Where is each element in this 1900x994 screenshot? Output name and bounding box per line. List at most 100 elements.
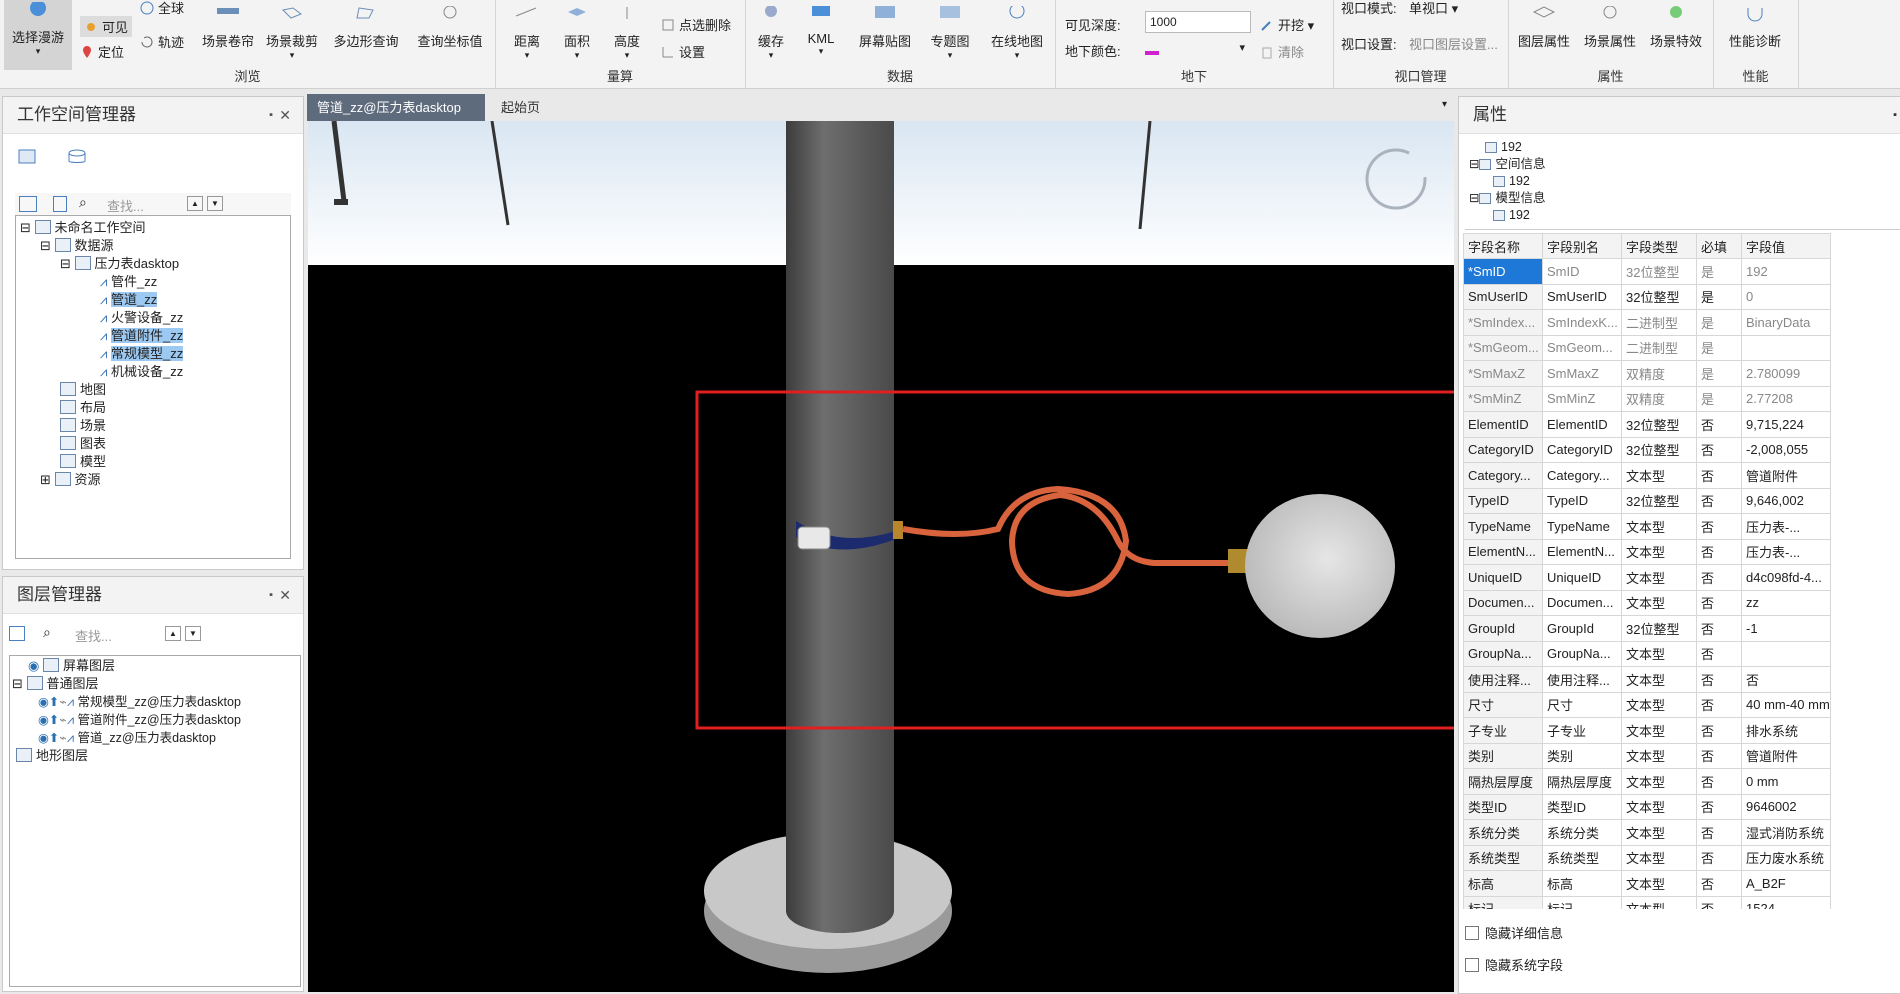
scene-clip-button[interactable]: 场景裁剪 ▾ bbox=[262, 6, 322, 61]
arrow-up-icon[interactable]: ▲ bbox=[187, 196, 203, 211]
table-cell[interactable]: 否 bbox=[1696, 768, 1742, 795]
table-cell[interactable]: SmGeom... bbox=[1542, 334, 1622, 361]
table-cell[interactable]: 32位整型 bbox=[1621, 615, 1697, 642]
table-cell[interactable]: 文本型 bbox=[1621, 793, 1697, 820]
table-cell[interactable]: GroupId bbox=[1463, 615, 1543, 642]
online-map-button[interactable]: 在线地图 ▾ bbox=[987, 6, 1047, 61]
screen-image-button[interactable]: 屏幕贴图 bbox=[855, 6, 915, 50]
table-row[interactable]: GroupId GroupId 32位整型否 -1 bbox=[1463, 615, 1831, 642]
edit-icon[interactable]: ⌁ bbox=[59, 695, 67, 709]
search-icon[interactable]: ⌕ bbox=[43, 624, 51, 641]
table-cell[interactable]: 文本型 bbox=[1621, 895, 1697, 909]
table-cell[interactable]: 否 bbox=[1696, 691, 1742, 718]
table-cell[interactable]: 文本型 bbox=[1621, 691, 1697, 718]
table-cell[interactable]: 文本型 bbox=[1621, 538, 1697, 565]
table-cell[interactable]: 是 bbox=[1696, 334, 1742, 361]
table-cell[interactable]: 标高 bbox=[1542, 870, 1622, 897]
table-row[interactable]: *SmGeom... SmGeom... 二进制型是 bbox=[1463, 334, 1831, 361]
table-row[interactable]: TypeID TypeID 32位整型否 9,646,002 bbox=[1463, 487, 1831, 514]
tab-scene-pipe[interactable]: 管道_zz@压力表dasktop ✕ bbox=[307, 94, 485, 142]
scene-props-button[interactable]: 场景属性 bbox=[1580, 6, 1640, 50]
table-cell[interactable]: SmUserID bbox=[1542, 283, 1622, 310]
table-cell[interactable]: TypeName bbox=[1463, 513, 1543, 540]
column-header[interactable]: 字段类型 bbox=[1621, 233, 1697, 259]
table-cell[interactable]: UniqueID bbox=[1463, 564, 1543, 591]
table-cell[interactable]: 否 bbox=[1696, 895, 1742, 909]
layer-item-screen[interactable]: ◉ 屏幕图层 bbox=[28, 657, 115, 675]
table-row[interactable]: CategoryID CategoryID 32位整型否 -2,008,055 bbox=[1463, 436, 1831, 463]
table-cell[interactable]: 是 bbox=[1696, 360, 1742, 387]
table-cell[interactable]: 文本型 bbox=[1621, 666, 1697, 693]
tree-item-dataset-generic-model[interactable]: ⩘ 常规模型_zz bbox=[100, 345, 184, 363]
table-cell[interactable]: 文本型 bbox=[1621, 819, 1697, 846]
table-cell[interactable]: 否 bbox=[1696, 589, 1742, 616]
table-row[interactable]: *SmMaxZ SmMaxZ 双精度是 2.780099 bbox=[1463, 360, 1831, 387]
table-cell[interactable]: ElementN... bbox=[1542, 538, 1622, 565]
query-coord-button[interactable]: 查询坐标值 bbox=[410, 6, 490, 50]
table-cell[interactable]: 2.77208 bbox=[1741, 385, 1831, 412]
scene-viewport[interactable] bbox=[308, 121, 1454, 992]
table-cell[interactable]: Category... bbox=[1542, 462, 1622, 489]
table-cell[interactable]: 9,646,002 bbox=[1741, 487, 1831, 514]
tree-item-maps[interactable]: 地图 bbox=[60, 381, 106, 399]
table-cell[interactable]: 文本型 bbox=[1621, 844, 1697, 871]
layer-item-generic-model[interactable]: ◉⬆⌁⩘ 常规模型_zz@压力表dasktop bbox=[38, 693, 241, 711]
table-cell[interactable]: 隔热层厚度 bbox=[1463, 768, 1543, 795]
table-cell[interactable]: 使用注释... bbox=[1542, 666, 1622, 693]
pin-icon[interactable]: ▪ bbox=[269, 97, 273, 133]
layer-search-input[interactable]: 查找... bbox=[75, 626, 112, 645]
table-cell[interactable]: 使用注释... bbox=[1463, 666, 1543, 693]
select-icon[interactable]: ⬆ bbox=[49, 713, 59, 727]
column-header[interactable]: 字段别名 bbox=[1542, 233, 1622, 259]
table-cell[interactable]: 32位整型 bbox=[1621, 283, 1697, 310]
scene-effects-button[interactable]: 场景特效 bbox=[1646, 6, 1706, 50]
table-cell[interactable]: 否 bbox=[1696, 640, 1742, 667]
table-row[interactable]: Documen... Documen... 文本型否 zz bbox=[1463, 589, 1831, 616]
table-cell[interactable]: 是 bbox=[1696, 283, 1742, 310]
tab-overflow-icon[interactable]: ▾ bbox=[1442, 99, 1447, 110]
checkbox[interactable] bbox=[1465, 958, 1479, 972]
table-cell[interactable]: GroupNa... bbox=[1463, 640, 1543, 667]
layer-item-pipe[interactable]: ◉⬆⌁⩘ 管道_zz@压力表dasktop bbox=[38, 729, 216, 747]
table-cell[interactable]: 文本型 bbox=[1621, 717, 1697, 744]
table-cell[interactable]: 类别 bbox=[1542, 742, 1622, 769]
table-cell[interactable]: 标记 bbox=[1542, 895, 1622, 909]
close-icon[interactable]: ✕ bbox=[279, 577, 291, 613]
table-row[interactable]: ElementN... ElementN... 文本型否压力表-... bbox=[1463, 538, 1831, 565]
table-cell[interactable]: 文本型 bbox=[1621, 589, 1697, 616]
table-cell[interactable]: 否 bbox=[1696, 870, 1742, 897]
column-header[interactable]: 字段值 bbox=[1741, 233, 1831, 259]
table-cell[interactable]: 子专业 bbox=[1542, 717, 1622, 744]
scene-render[interactable] bbox=[308, 121, 1454, 992]
table-row[interactable]: 类别 类别 文本型否管道附件 bbox=[1463, 742, 1831, 769]
select-roam-button[interactable]: 选择漫游 ▾ bbox=[4, 0, 72, 70]
layer-props-button[interactable]: 图层属性 bbox=[1514, 6, 1574, 50]
table-row[interactable]: 尺寸 尺寸 文本型否 40 mm-40 mm bbox=[1463, 691, 1831, 718]
table-cell[interactable]: 排水系统 bbox=[1741, 717, 1831, 744]
tree-item-dataset-pipe-accessory[interactable]: ⩘ 管道附件_zz bbox=[100, 327, 184, 345]
table-cell[interactable]: SmIndexK... bbox=[1542, 309, 1622, 336]
table-cell[interactable]: 否 bbox=[1696, 819, 1742, 846]
tree-item-models[interactable]: 模型 bbox=[60, 453, 106, 471]
table-cell[interactable]: 文本型 bbox=[1621, 564, 1697, 591]
table-cell[interactable]: 尺寸 bbox=[1542, 691, 1622, 718]
table-cell[interactable]: SmMaxZ bbox=[1542, 360, 1622, 387]
table-cell[interactable]: *SmMaxZ bbox=[1463, 360, 1543, 387]
edit-icon[interactable]: ⌁ bbox=[59, 713, 67, 727]
table-row[interactable]: ElementID ElementID 32位整型否 9,715,224 bbox=[1463, 411, 1831, 438]
table-cell[interactable]: 否 bbox=[1696, 538, 1742, 565]
table-row[interactable]: 类型ID 类型ID 文本型否 9646002 bbox=[1463, 793, 1831, 820]
table-cell[interactable]: 是 bbox=[1696, 309, 1742, 336]
pin-icon[interactable]: ▪ bbox=[1893, 97, 1897, 133]
tree-item-scenes[interactable]: 场景 bbox=[60, 417, 106, 435]
table-cell[interactable]: 标记 bbox=[1463, 895, 1543, 909]
table-cell[interactable]: 否 bbox=[1696, 742, 1742, 769]
open-icon[interactable] bbox=[19, 196, 37, 212]
table-cell[interactable]: 压力废水系统 bbox=[1741, 844, 1831, 871]
table-cell[interactable]: 否 bbox=[1696, 411, 1742, 438]
tree-item-dataset-fittings[interactable]: ⩘ 管件_zz bbox=[100, 273, 157, 291]
table-row[interactable]: 隔热层厚度 隔热层厚度 文本型否 0 mm bbox=[1463, 768, 1831, 795]
clear-button[interactable]: 清除 bbox=[1260, 42, 1304, 61]
table-row[interactable]: SmUserID SmUserID 32位整型是 0 bbox=[1463, 283, 1831, 310]
workspace-search-input[interactable]: 查找... bbox=[107, 196, 144, 215]
